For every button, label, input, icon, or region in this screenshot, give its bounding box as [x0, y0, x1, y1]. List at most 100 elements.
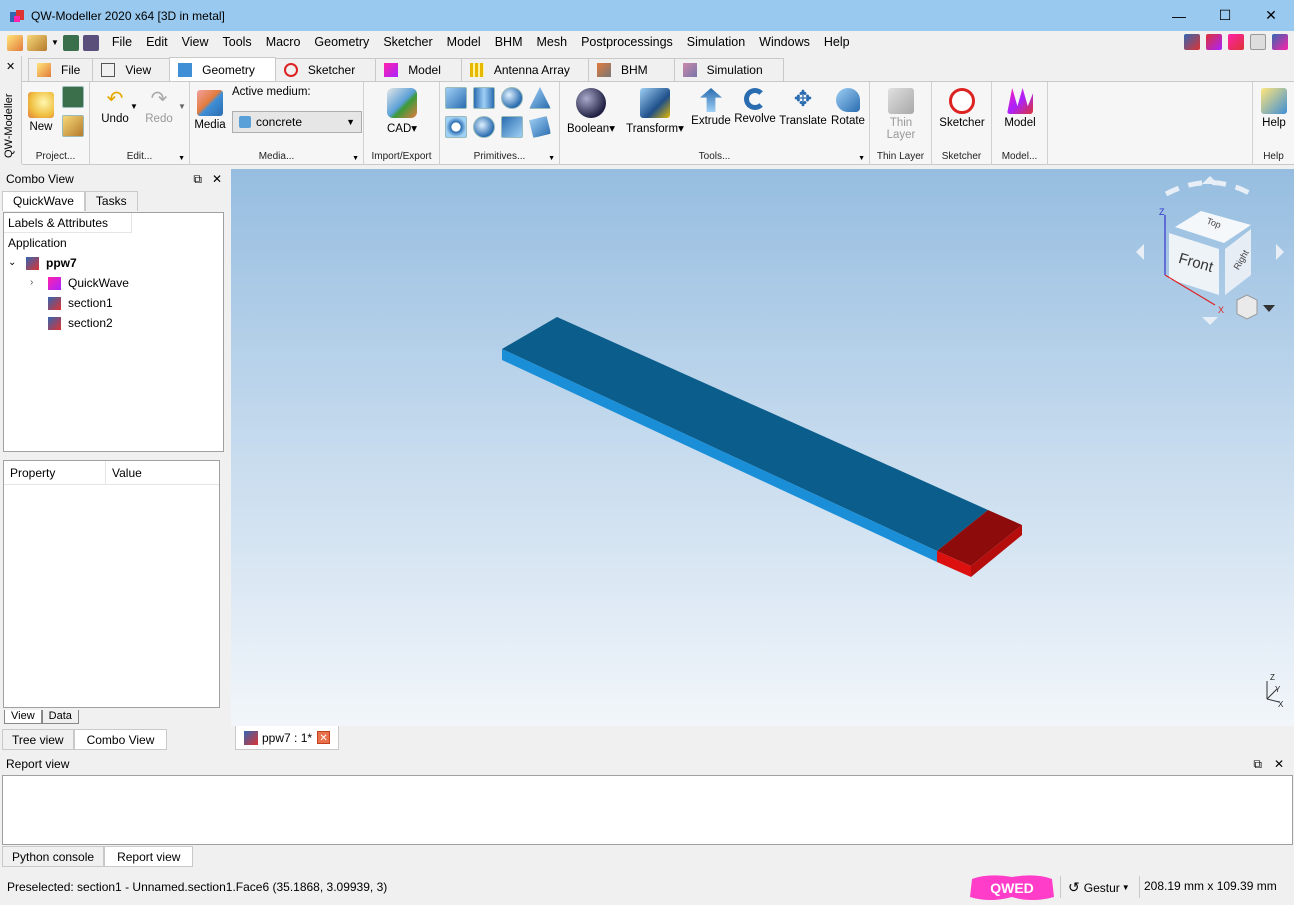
- rotate-button[interactable]: Rotate: [828, 88, 868, 127]
- document-tab-ppw7[interactable]: ppw7 : 1* ✕: [235, 726, 340, 750]
- extrude-button[interactable]: Extrude: [690, 88, 732, 127]
- close-report-icon[interactable]: ✕: [1274, 754, 1284, 774]
- tree-application[interactable]: Application: [4, 233, 223, 253]
- tab-python-console[interactable]: Python console: [2, 846, 105, 867]
- tab-prop-view[interactable]: View: [4, 710, 42, 724]
- tab-antenna-array[interactable]: Antenna Array: [460, 58, 589, 81]
- tab-tasks[interactable]: Tasks: [84, 191, 138, 211]
- menu-mesh[interactable]: Mesh: [529, 31, 574, 54]
- menu-file[interactable]: File: [105, 31, 139, 54]
- transform-button[interactable]: Transform▾: [624, 88, 686, 135]
- chevron-right-icon[interactable]: ›: [30, 273, 48, 293]
- maximize-button[interactable]: ☐: [1202, 0, 1248, 31]
- minimize-button[interactable]: —: [1156, 0, 1202, 31]
- tab-report-view[interactable]: Report view: [104, 846, 194, 867]
- menu-simulation[interactable]: Simulation: [680, 31, 752, 54]
- redo-dropdown-icon[interactable]: ▼: [178, 102, 186, 111]
- qw-editor-icon[interactable]: [1206, 34, 1222, 50]
- revolve-button[interactable]: Revolve: [734, 88, 776, 125]
- menu-edit[interactable]: Edit: [139, 31, 175, 54]
- save-as-quick-icon[interactable]: [82, 34, 99, 51]
- tab-quickwave[interactable]: QuickWave: [2, 191, 85, 211]
- navcube-orbit-arc-icon[interactable]: [1164, 180, 1253, 197]
- thin-layer-button[interactable]: Thin Layer: [874, 88, 928, 141]
- redo-button[interactable]: ↷ Redo: [142, 89, 176, 125]
- menu-sketcher[interactable]: Sketcher: [376, 31, 439, 54]
- save-quick-icon[interactable]: [62, 34, 79, 51]
- close-ribbon-icon[interactable]: ✕: [6, 60, 15, 73]
- float-panel-icon[interactable]: ⧉: [193, 169, 202, 189]
- sphere-primitive-icon[interactable]: [501, 87, 523, 109]
- menu-windows[interactable]: Windows: [752, 31, 817, 54]
- navcube-right-arrow-icon[interactable]: [1276, 244, 1284, 260]
- navcube-left-arrow-icon[interactable]: [1136, 244, 1144, 260]
- tube-primitive-icon[interactable]: [501, 116, 523, 138]
- report-output[interactable]: [2, 775, 1293, 845]
- tab-tree-view[interactable]: Tree view: [2, 729, 74, 750]
- tab-sketcher[interactable]: Sketcher: [274, 58, 377, 81]
- tab-simulation[interactable]: Simulation: [673, 58, 784, 81]
- menu-macro[interactable]: Macro: [259, 31, 308, 54]
- model-button[interactable]: Model: [998, 88, 1042, 129]
- active-medium-select[interactable]: concrete ▼: [232, 111, 362, 133]
- tab-view[interactable]: View: [92, 58, 171, 81]
- new-button[interactable]: New: [28, 92, 54, 133]
- primitives-group-expand-icon[interactable]: ▼: [548, 155, 555, 162]
- tree-item-section2[interactable]: section2: [4, 313, 223, 333]
- new-doc-quick-icon[interactable]: [7, 34, 23, 51]
- tab-bhm[interactable]: BHM: [587, 58, 675, 81]
- menu-view[interactable]: View: [175, 31, 216, 54]
- save-project-icon[interactable]: [62, 86, 84, 108]
- wedge-primitive-icon[interactable]: [529, 116, 551, 138]
- tools-group-expand-icon[interactable]: ▼: [858, 155, 865, 162]
- menu-geometry[interactable]: Geometry: [307, 31, 376, 54]
- ellipsoid-primitive-icon[interactable]: [473, 116, 495, 138]
- tab-combo-view[interactable]: Combo View: [73, 729, 168, 750]
- tab-file[interactable]: File: [28, 58, 94, 81]
- 3d-scene[interactable]: Front Top Right Z X Z Y X: [231, 169, 1294, 726]
- edit-group-expand-icon[interactable]: ▼: [178, 155, 185, 162]
- navcube-menu-dropdown-icon[interactable]: [1263, 305, 1275, 312]
- cone-primitive-icon[interactable]: [529, 87, 551, 109]
- media-button[interactable]: Media: [194, 90, 226, 131]
- menu-tools[interactable]: Tools: [216, 31, 259, 54]
- menu-bhm[interactable]: BHM: [488, 31, 530, 54]
- cylinder-primitive-icon[interactable]: [473, 87, 495, 109]
- float-report-icon[interactable]: ⧉: [1253, 754, 1262, 774]
- tab-model[interactable]: Model: [375, 58, 462, 81]
- www-icon[interactable]: [1250, 34, 1266, 50]
- close-document-icon[interactable]: ✕: [317, 731, 331, 744]
- media-group-expand-icon[interactable]: ▼: [352, 155, 359, 162]
- menu-postprocessings[interactable]: Postprocessings: [574, 31, 680, 54]
- qw-simulator-icon[interactable]: [1184, 34, 1200, 50]
- open-dropdown-icon[interactable]: ▼: [51, 38, 59, 47]
- navcube-menu-cube-icon[interactable]: [1236, 294, 1258, 320]
- close-panel-icon[interactable]: ✕: [212, 169, 222, 189]
- qw-about-icon[interactable]: [1272, 34, 1288, 50]
- tree-item-section1[interactable]: section1: [4, 293, 223, 313]
- sketcher-button[interactable]: Sketcher: [936, 88, 988, 129]
- boolean-button[interactable]: Boolean▾: [566, 88, 616, 135]
- navigation-style-selector[interactable]: ↺ Gestur ▼: [1068, 879, 1130, 896]
- 3d-viewport[interactable]: Front Top Right Z X Z Y X: [231, 169, 1294, 726]
- open-project-icon[interactable]: [62, 115, 84, 137]
- undo-button[interactable]: ↶ Undo: [96, 89, 134, 125]
- navcube-down-arrow-icon[interactable]: [1202, 317, 1218, 325]
- tab-geometry[interactable]: Geometry: [169, 57, 276, 81]
- menu-model[interactable]: Model: [440, 31, 488, 54]
- torus-primitive-icon[interactable]: [445, 116, 467, 138]
- chevron-down-icon[interactable]: ⌄: [8, 253, 26, 273]
- cad-button[interactable]: CAD▾: [384, 88, 420, 135]
- box-primitive-icon[interactable]: [445, 87, 467, 109]
- menu-help[interactable]: Help: [817, 31, 857, 54]
- slab-section1-top-face[interactable]: [502, 317, 988, 551]
- help-button[interactable]: Help: [1257, 88, 1291, 129]
- translate-button[interactable]: ✥ Translate: [778, 88, 828, 128]
- open-quick-icon[interactable]: [27, 34, 47, 51]
- navcube-up-arrow-icon[interactable]: [1202, 176, 1218, 184]
- tree-item-quickwave[interactable]: › QuickWave: [4, 273, 223, 293]
- qw-view-icon[interactable]: [1228, 34, 1244, 50]
- close-window-button[interactable]: ✕: [1248, 0, 1294, 31]
- slab-section1-side-face[interactable]: [502, 349, 937, 562]
- tree-doc-ppw7[interactable]: ⌄ ppw7: [4, 253, 223, 273]
